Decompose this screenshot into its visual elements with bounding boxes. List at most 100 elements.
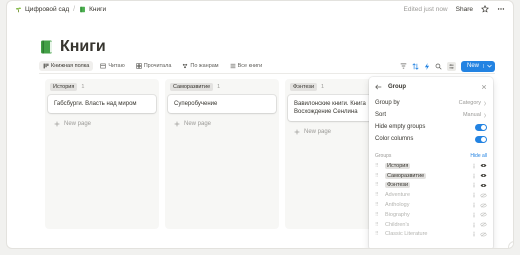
drag-handle-icon[interactable]: ⠿ [375,192,381,198]
group-actions [472,212,487,218]
new-page-label: New page [64,121,92,128]
group-actions [472,182,487,188]
share-button[interactable]: Share [456,6,473,13]
color-columns-row: Color columns [375,133,487,145]
eye-off-icon[interactable] [480,222,487,227]
column-count: 1 [81,84,85,90]
column-count: 1 [217,84,221,90]
drag-handle-icon[interactable]: ⠿ [375,222,381,228]
board-card[interactable]: Суперобучение [168,95,276,114]
group-row[interactable]: ⠿ Саморазвитие [375,171,487,181]
group-row[interactable]: ⠿ Anthology [375,200,487,210]
drag-handle-icon[interactable]: ⠿ [375,231,381,237]
group-row[interactable]: ⠿ Children's [375,220,487,230]
info-icon[interactable] [472,202,476,208]
edit-status: Edited just now [403,5,448,13]
back-arrow-icon[interactable] [375,84,382,90]
breadcrumb-item-books[interactable]: Книги [79,6,106,13]
tab-all-books[interactable]: Все книги [226,61,267,71]
info-icon[interactable] [472,182,476,188]
new-button[interactable]: New [460,60,495,72]
sprout-icon [15,6,22,13]
group-label: Саморазвитие [385,172,427,179]
chevron-down-icon[interactable] [483,64,492,68]
group-label: Adventure [385,192,411,199]
sort-row[interactable]: Sort Manual [375,109,487,121]
app-window: Цифровой сад / Книги Edited just now Sha… [6,0,514,249]
group-row[interactable]: ⠿ Adventure [375,190,487,200]
eye-off-icon[interactable] [480,203,487,208]
tab-bookshelf[interactable]: Книжная полка [39,61,94,71]
info-icon[interactable] [472,222,476,228]
group-label: История [385,162,411,169]
hide-all-button[interactable]: Hide all [470,153,487,159]
eye-icon[interactable] [480,183,487,188]
group-label: Anthology [385,202,410,209]
group-row[interactable]: ⠿ Фэнтези [375,181,487,191]
star-icon[interactable] [481,5,489,13]
breadcrumb-item-garden[interactable]: Цифровой сад [15,6,69,13]
group-row[interactable]: ⠿ История [375,161,487,171]
eye-off-icon[interactable] [480,232,487,237]
layout-settings-icon[interactable] [446,61,456,71]
eye-icon[interactable] [480,163,487,168]
group-by-value: Category [458,100,481,106]
column-header[interactable]: Саморазвитие 1 [168,83,276,91]
info-icon[interactable] [472,173,476,179]
drag-handle-icon[interactable]: ⠿ [375,182,381,188]
eye-off-icon[interactable] [480,193,487,198]
kanban-board: История 1 Габсбурги. Власть над миром Ne… [45,79,399,229]
filter-icon[interactable] [400,63,407,69]
hide-empty-groups-toggle[interactable] [475,123,487,131]
drag-handle-icon[interactable]: ⠿ [375,173,381,179]
help-button[interactable] [509,242,515,250]
column-header[interactable]: История 1 [48,83,156,91]
tab-label: Читаю [108,63,125,69]
more-icon[interactable] [497,7,505,11]
plus-icon [174,121,180,127]
topbar: Цифровой сад / Книги Edited just now Sha… [7,1,513,17]
tab-read[interactable]: Прочитала [132,61,176,71]
group-by-row[interactable]: Group by Category [375,97,487,109]
hide-empty-groups-row: Hide empty groups [375,121,487,133]
drag-handle-icon[interactable]: ⠿ [375,202,381,208]
drag-handle-icon[interactable]: ⠿ [375,212,381,218]
info-icon[interactable] [472,163,476,169]
genre-icon [182,63,188,69]
sort-icon[interactable] [412,62,419,70]
drag-handle-icon[interactable]: ⠿ [375,163,381,169]
table-icon [100,63,107,69]
view-toolbar: New [400,60,495,72]
tab-genres[interactable]: По жанрам [178,61,222,71]
tab-label: Книжная полка [51,63,90,69]
new-page-button[interactable]: New page [48,117,156,131]
chevron-right-icon [483,112,487,118]
column-tag: История [50,83,78,91]
board-card[interactable]: Габсбурги. Власть над миром [48,95,156,114]
tab-reading[interactable]: Читаю [96,61,128,71]
new-page-button[interactable]: New page [168,117,276,131]
info-icon[interactable] [472,212,476,218]
setting-label: Hide empty groups [375,124,426,130]
new-page-label: New page [184,121,212,128]
group-row[interactable]: ⠿ Classic Literature [375,230,487,240]
book-icon [79,6,86,13]
color-columns-toggle[interactable] [475,135,487,143]
panel-title: Group [388,84,406,90]
info-icon[interactable] [472,231,476,237]
setting-label: Group by [375,100,400,106]
eye-icon[interactable] [480,173,487,178]
search-icon[interactable] [435,63,442,70]
close-icon[interactable] [481,84,487,90]
group-label: Фэнтези [385,182,411,189]
automation-icon[interactable] [424,62,430,70]
setting-label: Color columns [375,136,414,142]
group-row[interactable]: ⠿ Biography [375,210,487,220]
eye-off-icon[interactable] [480,212,487,217]
list-icon [230,63,236,69]
board-icon [43,63,49,69]
sort-value: Manual [462,112,481,118]
group-list: ⠿ История ⠿ Саморазвитие ⠿ Фэнтези ⠿ Adventure ⠿… [375,161,487,239]
help-icon [512,245,515,250]
info-icon[interactable] [472,192,476,198]
